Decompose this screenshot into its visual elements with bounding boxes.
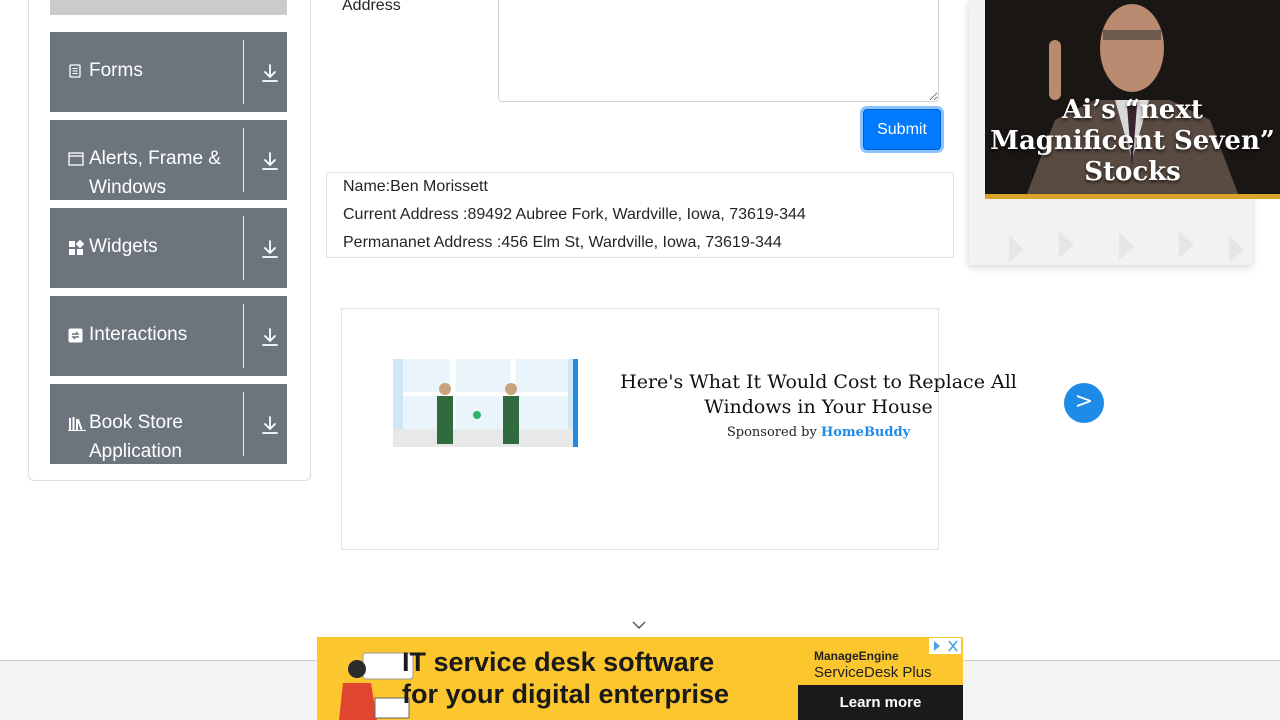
group-title-interactions: Interactions	[89, 324, 188, 345]
divider	[243, 40, 244, 104]
banner-brand-name: ServiceDesk Plus	[814, 664, 932, 681]
interactions-icon	[68, 328, 83, 343]
document-icon	[68, 64, 82, 78]
divider	[243, 392, 244, 456]
permanent-address-textarea[interactable]	[498, 0, 939, 102]
group-book-store[interactable]: Book Store Application	[50, 384, 287, 464]
ad-close-controls[interactable]	[929, 638, 961, 654]
group-title-widgets: Widgets	[89, 236, 158, 257]
group-forms[interactable]: Forms	[50, 32, 287, 112]
chevron-down-icon[interactable]	[629, 617, 649, 633]
ad-next-button[interactable]: >	[1064, 383, 1104, 423]
output-box: Name:Ben Morissett Current Address :8949…	[326, 172, 954, 258]
ad-sponsored-prefix: Sponsored by	[726, 425, 817, 440]
banner-line-1: IT service desk software	[402, 647, 715, 677]
banner-learn-more-button[interactable]: Learn more	[798, 685, 963, 720]
window-icon	[68, 152, 84, 166]
ad-sponsor-name[interactable]: HomeBuddy	[821, 425, 910, 440]
close-icon	[948, 640, 958, 652]
download-arrow-icon[interactable]	[258, 149, 282, 173]
ad-image-accent-bar	[573, 359, 578, 447]
group-alerts-frame-windows[interactable]: Alerts, Frame & Windows	[50, 120, 287, 200]
banner-line-2: for your digital enterprise	[402, 679, 730, 709]
group-widgets[interactable]: Widgets	[50, 208, 287, 288]
divider	[243, 128, 244, 192]
permanent-address-label: Address	[342, 0, 401, 14]
group-title-forms: Forms	[89, 60, 143, 81]
bottom-banner-ad[interactable]: IT service desk software for your digita…	[317, 637, 963, 720]
group-title-alerts: Alerts, Frame & Windows	[89, 148, 221, 198]
books-icon	[68, 416, 86, 431]
right-ad-accent-line	[985, 194, 1280, 199]
ad-sponsor-line: Sponsored by HomeBuddy	[600, 425, 1037, 440]
download-arrow-icon[interactable]	[258, 61, 282, 85]
output-current-address: Current Address :89492 Aubree Fork, Ward…	[343, 206, 806, 223]
right-ad-headline[interactable]: Ai’s “next Magnificent Seven” Stocks	[985, 95, 1280, 188]
divider	[243, 216, 244, 280]
divider	[243, 304, 244, 368]
output-permanent-address: Permananet Address :456 Elm St, Wardvill…	[343, 234, 782, 251]
submit-button[interactable]: Submit	[863, 109, 941, 150]
group-interactions[interactable]: Interactions	[50, 296, 287, 376]
download-arrow-icon[interactable]	[258, 413, 282, 437]
adchoices-icon	[934, 641, 940, 651]
banner-brand-top: ManageEngine	[814, 649, 899, 663]
ad-image-window-cleaners[interactable]	[393, 359, 578, 447]
output-name: Name:Ben Morissett	[343, 178, 488, 195]
download-arrow-icon[interactable]	[258, 325, 282, 349]
ad-headline[interactable]: Here's What It Would Cost to Replace All…	[600, 370, 1037, 420]
widgets-icon	[68, 240, 84, 255]
group-title-book-store: Book Store Application	[89, 412, 183, 462]
collapsed-group-stub[interactable]	[50, 0, 287, 15]
download-arrow-icon[interactable]	[258, 237, 282, 261]
